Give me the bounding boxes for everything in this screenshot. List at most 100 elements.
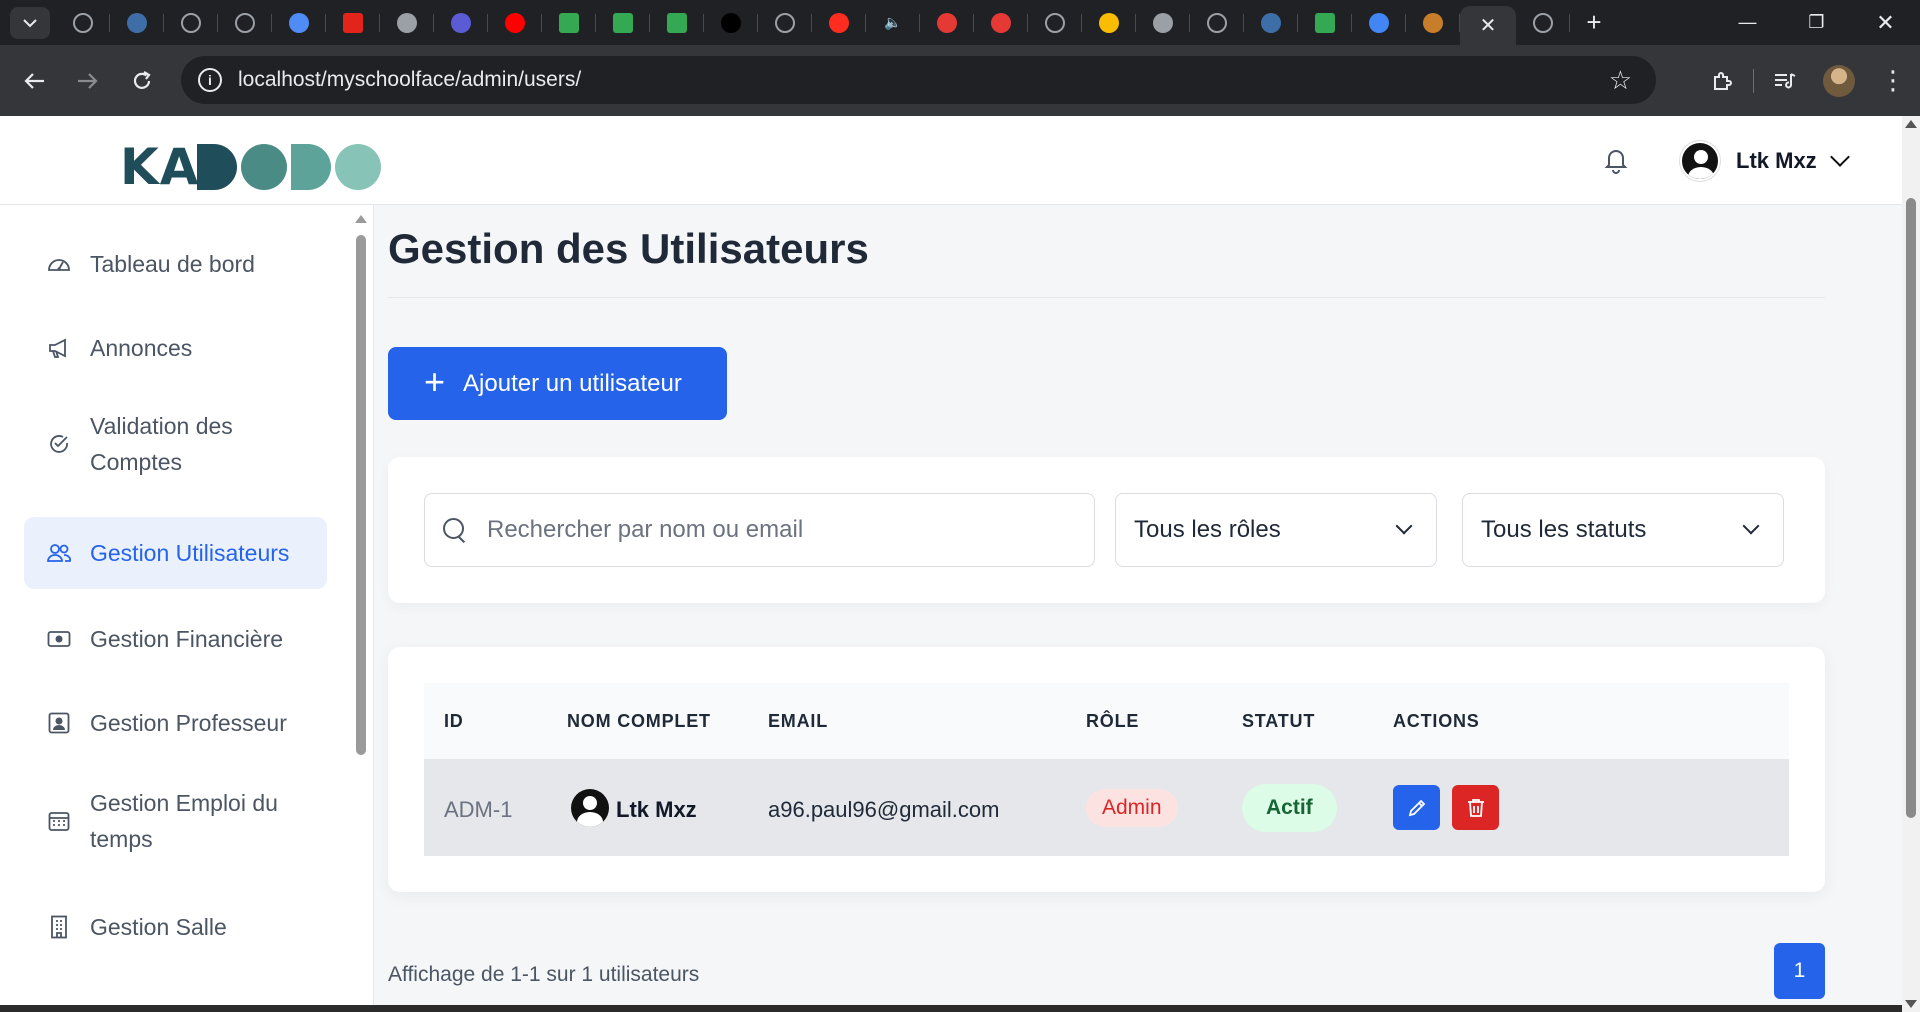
column-header-actions: ACTIONS xyxy=(1393,711,1480,731)
close-tab-icon[interactable]: ✕ xyxy=(1480,13,1497,38)
page-scroll-thumb[interactable] xyxy=(1906,198,1916,818)
building-icon xyxy=(46,914,72,940)
sidebar-item-label: Gestion Emploi du temps xyxy=(90,790,278,852)
page-button-1[interactable]: 1 xyxy=(1774,943,1825,999)
page-scrollbar[interactable] xyxy=(1902,116,1920,1012)
image-icon xyxy=(1261,12,1281,33)
site-info-icon[interactable]: i xyxy=(198,68,222,92)
search-input[interactable] xyxy=(487,516,1047,544)
sidebar-item-announcements[interactable]: Annonces xyxy=(24,319,327,377)
logo-dot xyxy=(291,144,332,190)
browser-tab[interactable] xyxy=(1028,0,1082,45)
sidebar-item-teachers[interactable]: Gestion Professeur xyxy=(24,694,327,752)
close-window-button[interactable]: ✕ xyxy=(1851,0,1920,45)
browser-tab[interactable] xyxy=(542,0,596,45)
globe-icon xyxy=(181,12,201,33)
restore-button[interactable]: ❐ xyxy=(1782,0,1851,45)
forward-button[interactable] xyxy=(61,54,115,108)
browser-tab[interactable] xyxy=(704,0,758,45)
browser-tab[interactable] xyxy=(164,0,218,45)
user-menu[interactable]: Ltk Mxz xyxy=(1680,141,1850,181)
chrome-icon xyxy=(1153,12,1173,33)
reload-icon xyxy=(133,70,151,89)
delete-user-button[interactable] xyxy=(1452,785,1499,830)
browser-tab[interactable] xyxy=(1516,0,1570,45)
chevron-down-icon xyxy=(1742,517,1760,535)
new-tab-button[interactable]: + xyxy=(1570,0,1618,45)
active-tab[interactable]: ✕ xyxy=(1460,6,1516,45)
browser-tab[interactable] xyxy=(488,0,542,45)
user-avatar xyxy=(1680,141,1720,181)
column-header-name[interactable]: NOM COMPLET xyxy=(567,711,711,732)
runner-icon xyxy=(937,12,957,33)
scroll-up-arrow-icon[interactable] xyxy=(355,215,367,223)
extensions-icon[interactable] xyxy=(1695,54,1749,108)
column-header-status[interactable]: STATUT xyxy=(1242,711,1315,732)
minimize-button[interactable]: — xyxy=(1713,0,1782,45)
users-icon xyxy=(46,540,72,566)
sidebar-scrollbar[interactable] xyxy=(355,215,367,755)
browser-tab[interactable]: 🔈 xyxy=(866,0,920,45)
browser-tab[interactable] xyxy=(380,0,434,45)
money-icon xyxy=(46,626,72,652)
browser-tab[interactable] xyxy=(758,0,812,45)
sidebar-item-finance[interactable]: Gestion Financière xyxy=(24,610,327,668)
media-control-icon[interactable] xyxy=(1758,54,1812,108)
column-header-role[interactable]: RÔLE xyxy=(1086,711,1139,732)
browser-tab[interactable] xyxy=(920,0,974,45)
browser-tab[interactable] xyxy=(1298,0,1352,45)
url-text[interactable]: localhost/myschoolface/admin/users/ xyxy=(238,68,581,92)
kebab-menu-icon[interactable]: ⋮ xyxy=(1866,54,1920,108)
sidebar-scroll-thumb[interactable] xyxy=(356,235,366,755)
toolbar-separator xyxy=(1753,68,1754,93)
sidebar-item-label: Validation des Comptes xyxy=(90,413,233,475)
browser-tab[interactable] xyxy=(812,0,866,45)
scroll-down-arrow-icon[interactable] xyxy=(1905,1000,1917,1008)
browser-tab[interactable] xyxy=(218,0,272,45)
scroll-up-arrow-icon[interactable] xyxy=(1905,120,1917,128)
browser-tab[interactable] xyxy=(596,0,650,45)
sidebar-item-rooms[interactable]: Gestion Salle xyxy=(24,898,327,956)
browser-tab[interactable] xyxy=(974,0,1028,45)
globe-icon xyxy=(73,12,93,33)
browser-tab[interactable] xyxy=(1352,0,1406,45)
bookmark-star-icon[interactable]: ☆ xyxy=(1609,65,1632,96)
globe-icon xyxy=(775,12,795,33)
add-user-button[interactable]: + Ajouter un utilisateur xyxy=(388,347,727,420)
address-bar[interactable]: i localhost/myschoolface/admin/users/ ☆ xyxy=(181,56,1656,104)
tab-search-button[interactable] xyxy=(10,6,50,39)
browser-tab[interactable] xyxy=(56,0,110,45)
browser-tab[interactable] xyxy=(1082,0,1136,45)
browser-tab[interactable] xyxy=(110,0,164,45)
browser-tab[interactable] xyxy=(1136,0,1190,45)
browser-tab[interactable] xyxy=(326,0,380,45)
browser-tab[interactable] xyxy=(272,0,326,45)
status-filter-select[interactable]: Tous les statuts xyxy=(1462,493,1784,567)
status-badge: Actif xyxy=(1242,784,1337,832)
column-header-email[interactable]: EMAIL xyxy=(768,711,828,732)
browser-tab[interactable] xyxy=(1406,0,1460,45)
table-row[interactable]: ADM-1 Ltk Mxz a96.paul96@gmail.com Admin… xyxy=(424,759,1789,856)
kadodo-logo[interactable]: KA xyxy=(120,138,382,196)
search-field[interactable] xyxy=(424,493,1095,567)
sidebar-item-account-validation[interactable]: Validation des Comptes xyxy=(24,401,327,487)
reload-button[interactable] xyxy=(115,54,169,108)
column-header-id[interactable]: ID xyxy=(444,711,464,732)
browser-tab[interactable] xyxy=(650,0,704,45)
users-table-card: ID NOM COMPLET EMAIL RÔLE STATUT ACTIONS… xyxy=(388,647,1825,892)
role-filter-value: Tous les rôles xyxy=(1134,516,1281,543)
role-filter-select[interactable]: Tous les rôles xyxy=(1115,493,1437,567)
sidebar-item-users[interactable]: Gestion Utilisateurs xyxy=(24,517,327,589)
notification-bell-icon[interactable] xyxy=(1602,146,1630,174)
browser-tab[interactable] xyxy=(1244,0,1298,45)
profile-avatar[interactable] xyxy=(1812,54,1866,108)
edit-user-button[interactable] xyxy=(1393,785,1440,830)
globe-icon xyxy=(1533,12,1553,33)
browser-tab[interactable] xyxy=(434,0,488,45)
sidebar-item-dashboard[interactable]: Tableau de bord xyxy=(24,235,327,293)
sidebar-item-timetable[interactable]: Gestion Emploi du temps xyxy=(24,778,327,864)
browser-tab[interactable] xyxy=(1190,0,1244,45)
laravel-icon xyxy=(829,12,849,33)
browser-tab-bar: 🔈 ✕ + — ❐ ✕ xyxy=(0,0,1920,45)
back-button[interactable] xyxy=(7,54,61,108)
